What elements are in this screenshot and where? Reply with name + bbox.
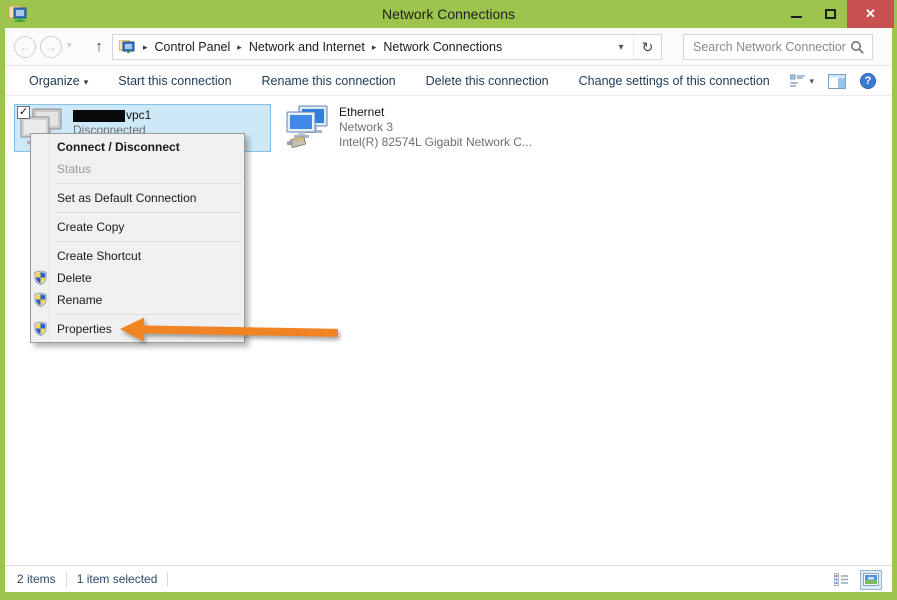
search-icon[interactable] bbox=[850, 40, 865, 55]
menu-item-connect-disconnect[interactable]: Connect / Disconnect bbox=[31, 136, 244, 158]
command-toolbar: Organize▾ Start this connection Rename t… bbox=[5, 66, 892, 96]
selected-count: 1 item selected bbox=[77, 572, 158, 586]
start-connection-button[interactable]: Start this connection bbox=[118, 74, 231, 88]
back-button[interactable]: ← bbox=[14, 36, 36, 58]
menu-item-create-shortcut[interactable]: Create Shortcut bbox=[31, 245, 244, 267]
connection-tile-ethernet[interactable]: Ethernet Network 3 Intel(R) 82574L Gigab… bbox=[283, 104, 538, 152]
breadcrumb-control-panel[interactable]: Control Panel bbox=[155, 40, 231, 54]
delete-connection-button[interactable]: Delete this connection bbox=[426, 74, 549, 88]
menu-item-status: Status bbox=[31, 158, 244, 180]
close-button[interactable]: ✕ bbox=[847, 0, 894, 28]
rj45-connector bbox=[287, 136, 306, 147]
selection-checkbox[interactable]: ✓ bbox=[17, 106, 30, 119]
help-icon[interactable]: ? bbox=[860, 73, 876, 89]
statusbar-divider bbox=[167, 572, 168, 587]
breadcrumb-network-connections[interactable]: Network Connections bbox=[383, 40, 502, 54]
menu-separator bbox=[56, 212, 242, 213]
navigation-bar: ← → ▾ ↑ ▸ Control Panel ▸ Network and In… bbox=[5, 28, 892, 66]
connection-name: Ethernet bbox=[339, 105, 532, 120]
view-list-icon bbox=[790, 74, 806, 88]
window-title: Network Connections bbox=[0, 0, 897, 28]
minimize-button[interactable] bbox=[779, 0, 813, 28]
status-bar: 2 items 1 item selected bbox=[5, 565, 892, 592]
up-button[interactable]: ↑ bbox=[89, 36, 109, 58]
details-view-button[interactable] bbox=[830, 570, 852, 590]
breadcrumb-network-and-internet[interactable]: Network and Internet bbox=[249, 40, 365, 54]
uac-shield-icon bbox=[33, 270, 48, 285]
rename-connection-button[interactable]: Rename this connection bbox=[262, 74, 396, 88]
breadcrumb-chevron-icon: ▸ bbox=[230, 42, 249, 53]
context-menu: Connect / Disconnect Status Set as Defau… bbox=[30, 133, 245, 343]
menu-item-create-copy[interactable]: Create Copy bbox=[31, 216, 244, 238]
search-box bbox=[683, 34, 873, 60]
large-icons-view-icon bbox=[863, 573, 879, 586]
change-view-button[interactable]: ▾ bbox=[790, 74, 814, 88]
statusbar-divider bbox=[66, 572, 67, 587]
ethernet-connection-icon bbox=[283, 104, 333, 148]
uac-shield-icon bbox=[33, 321, 48, 336]
chevron-down-icon: ▾ bbox=[84, 77, 89, 87]
address-bar[interactable]: ▸ Control Panel ▸ Network and Internet ▸… bbox=[112, 34, 662, 60]
items-count: 2 items bbox=[17, 572, 56, 586]
redacted-name-box bbox=[73, 110, 125, 122]
breadcrumb-chevron-icon: ▸ bbox=[365, 42, 384, 53]
breadcrumb-chevron-icon: ▸ bbox=[136, 42, 155, 53]
chevron-down-icon: ▾ bbox=[809, 76, 814, 87]
details-view-icon bbox=[834, 573, 849, 586]
menu-item-set-default[interactable]: Set as Default Connection bbox=[31, 187, 244, 209]
menu-separator bbox=[56, 241, 242, 242]
uac-shield-icon bbox=[33, 292, 48, 307]
preview-pane-icon[interactable] bbox=[828, 74, 846, 89]
large-icons-view-button[interactable] bbox=[860, 570, 882, 590]
organize-button[interactable]: Organize▾ bbox=[29, 74, 88, 88]
search-input[interactable] bbox=[684, 35, 872, 59]
connection-adapter: Intel(R) 82574L Gigabit Network C... bbox=[339, 135, 532, 150]
titlebar: Network Connections ✕ bbox=[0, 0, 897, 28]
address-location-icon bbox=[119, 40, 136, 55]
menu-item-delete[interactable]: Delete bbox=[31, 267, 244, 289]
forward-button[interactable]: → bbox=[40, 36, 62, 58]
recent-pages-caret-icon[interactable]: ▾ bbox=[67, 40, 72, 51]
change-settings-button[interactable]: Change settings of this connection bbox=[579, 74, 770, 88]
address-dropdown-icon[interactable]: ▾ bbox=[609, 42, 633, 53]
connection-name: vpc1 bbox=[73, 108, 151, 123]
maximize-button[interactable] bbox=[813, 0, 847, 28]
refresh-icon[interactable]: ↻ bbox=[633, 35, 661, 59]
menu-item-rename[interactable]: Rename bbox=[31, 289, 244, 311]
connection-network: Network 3 bbox=[339, 120, 532, 135]
network-connections-window: Network Connections ✕ ← → ▾ ↑ ▸ Control … bbox=[0, 0, 897, 600]
annotation-arrow-icon bbox=[118, 315, 342, 349]
menu-separator bbox=[56, 183, 242, 184]
